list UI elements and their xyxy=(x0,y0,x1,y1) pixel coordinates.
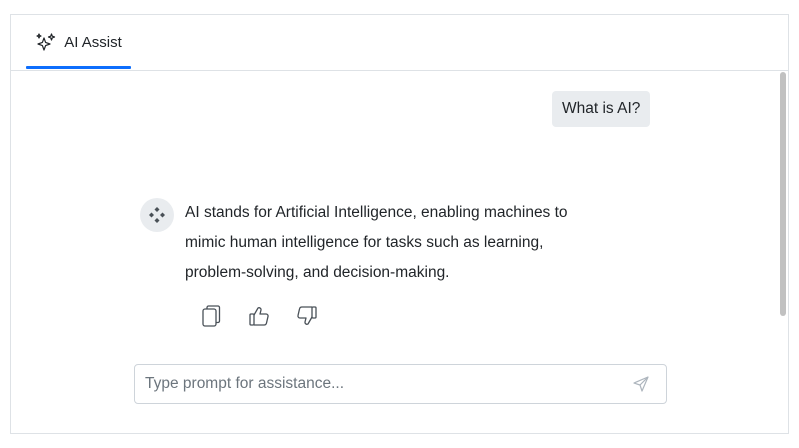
chat-content: What is AI? AI stands for Artificial Int… xyxy=(11,70,788,433)
sparkles-icon xyxy=(35,32,57,53)
tab-bar: AI Assist xyxy=(11,15,788,71)
ai-avatar xyxy=(140,198,174,232)
tab-ai-assist[interactable]: AI Assist xyxy=(26,15,131,70)
ai-response-text: AI stands for Artificial Intelligence, e… xyxy=(185,204,568,281)
like-button[interactable] xyxy=(245,302,272,329)
prompt-box xyxy=(134,364,667,404)
prompt-input[interactable] xyxy=(135,365,635,403)
tab-label: AI Assist xyxy=(64,34,122,51)
ai-assist-panel: AI Assist What is AI? AI stands for Arti… xyxy=(10,14,789,434)
dislike-button[interactable] xyxy=(293,302,320,329)
scrollbar-thumb[interactable] xyxy=(780,72,786,316)
active-tab-indicator xyxy=(26,66,131,69)
copy-button[interactable] xyxy=(197,302,224,329)
scrollbar[interactable] xyxy=(778,70,788,433)
ai-diamond-icon xyxy=(148,206,166,224)
send-button[interactable] xyxy=(632,375,650,393)
copy-icon xyxy=(200,304,222,328)
thumbs-down-icon xyxy=(296,305,318,327)
send-icon xyxy=(632,375,650,393)
user-message-bubble: What is AI? xyxy=(552,91,651,127)
thumbs-up-icon xyxy=(248,305,270,327)
response-actions xyxy=(197,302,320,329)
